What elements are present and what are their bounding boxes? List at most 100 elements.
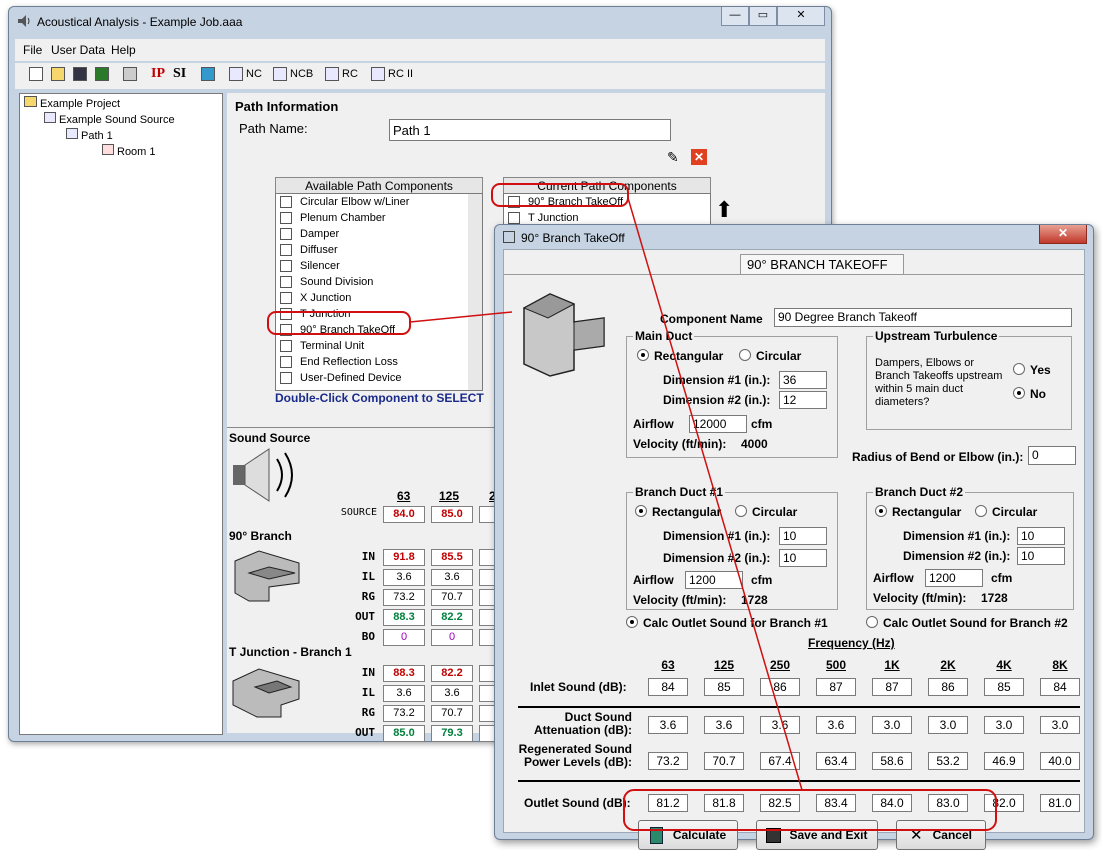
new-file-icon[interactable] [29,65,46,83]
component-name-input[interactable]: 90 Degree Branch Takeoff [774,308,1072,327]
branch-row-label: OUT [355,610,375,623]
save-icon [766,827,782,843]
available-item[interactable]: 90° Branch TakeOff [276,322,482,338]
path-info-heading: Path Information [235,99,339,114]
list-scrollbar[interactable] [468,194,482,390]
branch1-dim2-input[interactable]: 10 [779,549,827,567]
maximize-button[interactable]: ▭ [749,7,777,26]
branch2-rect-radio[interactable]: Rectangular [875,505,961,519]
close-button[interactable]: ✕ [777,7,825,26]
branch2-dim2-input[interactable]: 10 [1017,547,1065,565]
freq-header-125: 125 [439,489,460,503]
regen-value-box: 46.9 [984,752,1024,770]
tjunction-heading: T Junction - Branch 1 [229,645,352,659]
calc-branch2-radio[interactable]: Calc Outlet Sound for Branch #2 [866,616,1068,630]
available-item[interactable]: End Reflection Loss [276,354,482,370]
branch1-cfm-label: cfm [751,573,773,587]
freq-header: 500 [825,658,847,672]
available-item[interactable]: X Junction [276,290,482,306]
branch1-circ-radio[interactable]: Circular [735,505,797,519]
ncb-button[interactable]: NCB [273,65,313,83]
available-item[interactable]: Plenum Chamber [276,210,482,226]
calc-branch1-radio[interactable]: Calc Outlet Sound for Branch #1 [626,616,828,630]
available-item[interactable]: Sound Division [276,274,482,290]
si-units-button[interactable]: SI [173,65,186,83]
component-icon [280,356,292,368]
open-folder-icon[interactable] [51,65,68,83]
source-value: 85.0 [431,506,473,523]
main-rect-radio[interactable]: Rectangular [637,349,723,363]
move-up-arrow-icon[interactable]: ⬆ [715,197,733,223]
branch-takeoff-image [229,543,301,606]
table-divider [518,780,1080,782]
print-icon[interactable] [123,65,140,83]
radius-input[interactable]: 0 [1028,446,1076,465]
upstream-no-radio[interactable]: No [1013,387,1046,401]
rc2-button[interactable]: RC II [371,65,413,83]
upstream-yes-radio[interactable]: Yes [1013,363,1051,377]
radius-label: Radius of Bend or Elbow (in.): [852,450,1024,464]
branch1-rect-radio[interactable]: Rectangular [635,505,721,519]
cancel-button[interactable]: ✕ Cancel [896,820,986,850]
freq-header: 4K [996,658,1012,672]
tree-item-room[interactable]: Room 1 [102,144,156,158]
available-list[interactable]: Circular Elbow w/Liner Plenum Chamber Da… [275,193,483,391]
tree-item-project[interactable]: Example Project [24,96,120,110]
ncb-chart-icon [273,67,287,81]
calculate-button[interactable]: Calculate [638,820,738,850]
nc-button[interactable]: NC [229,65,262,83]
branch-heading: 90° Branch [229,529,292,543]
main-dim1-input[interactable]: 36 [779,371,827,389]
branch2-circ-radio[interactable]: Circular [975,505,1037,519]
branch-value-cell: 3.6 [383,569,425,586]
available-item[interactable]: User-Defined Device [276,370,482,386]
ip-units-button[interactable]: IP [151,65,165,83]
regen-value-box: 63.4 [816,752,856,770]
calculator-icon[interactable] [201,65,218,83]
current-item[interactable]: 90° Branch TakeOff [504,194,710,210]
branch1-airflow-input[interactable]: 1200 [685,571,743,589]
path-name-input[interactable]: Path 1 [389,119,671,141]
available-item[interactable]: Damper [276,226,482,242]
freq-header: 2K [940,658,956,672]
branch2-airflow-input[interactable]: 1200 [925,569,983,587]
available-item[interactable]: Terminal Unit [276,338,482,354]
main-circ-radio[interactable]: Circular [739,349,801,363]
main-dim2-input[interactable]: 12 [779,391,827,409]
tjunction-value-cell: 3.6 [383,685,425,702]
tree-item-path[interactable]: Path 1 [66,128,113,142]
available-item[interactable]: Diffuser [276,242,482,258]
sound-source-heading: Sound Source [229,431,311,445]
branch2-dim1-input[interactable]: 10 [1017,527,1065,545]
rc-button[interactable]: RC [325,65,358,83]
save-icon[interactable] [73,65,90,83]
tjunction-value-cell: 88.3 [383,665,425,682]
menu-user-data[interactable]: User Data [51,43,105,57]
tree-item-source[interactable]: Example Sound Source [44,112,175,126]
available-item[interactable]: Silencer [276,258,482,274]
menu-file[interactable]: File [23,43,42,57]
menu-help[interactable]: Help [111,43,136,57]
branch2-heading: Branch Duct #2 [873,485,966,499]
outlet-value-box: 83.4 [816,794,856,812]
save-all-icon[interactable] [95,65,112,83]
available-item[interactable]: T Junction [276,306,482,322]
outlet-value-box: 82.0 [984,794,1024,812]
component-tab[interactable]: 90° BRANCH TAKEOFF [740,254,904,274]
component-icon [280,276,292,288]
delete-icon[interactable]: ✕ [691,149,707,165]
component-icon [280,228,292,240]
minimize-button[interactable]: — [721,7,749,26]
save-exit-button[interactable]: Save and Exit [756,820,878,850]
branch1-group: Branch Duct #1 Rectangular Circular Dime… [626,485,838,610]
component-icon [280,308,292,320]
main-airflow-input[interactable]: 12000 [689,415,747,433]
component-icon [280,372,292,384]
atten-value-box: 3.0 [928,716,968,734]
available-item[interactable]: Circular Elbow w/Liner [276,194,482,210]
edit-icon[interactable]: ✎ [667,149,679,166]
speaker-icon [231,445,301,508]
branch1-dim1-input[interactable]: 10 [779,527,827,545]
dialog-title-icon [503,231,515,243]
dialog-close-button[interactable]: ✕ [1039,225,1087,244]
